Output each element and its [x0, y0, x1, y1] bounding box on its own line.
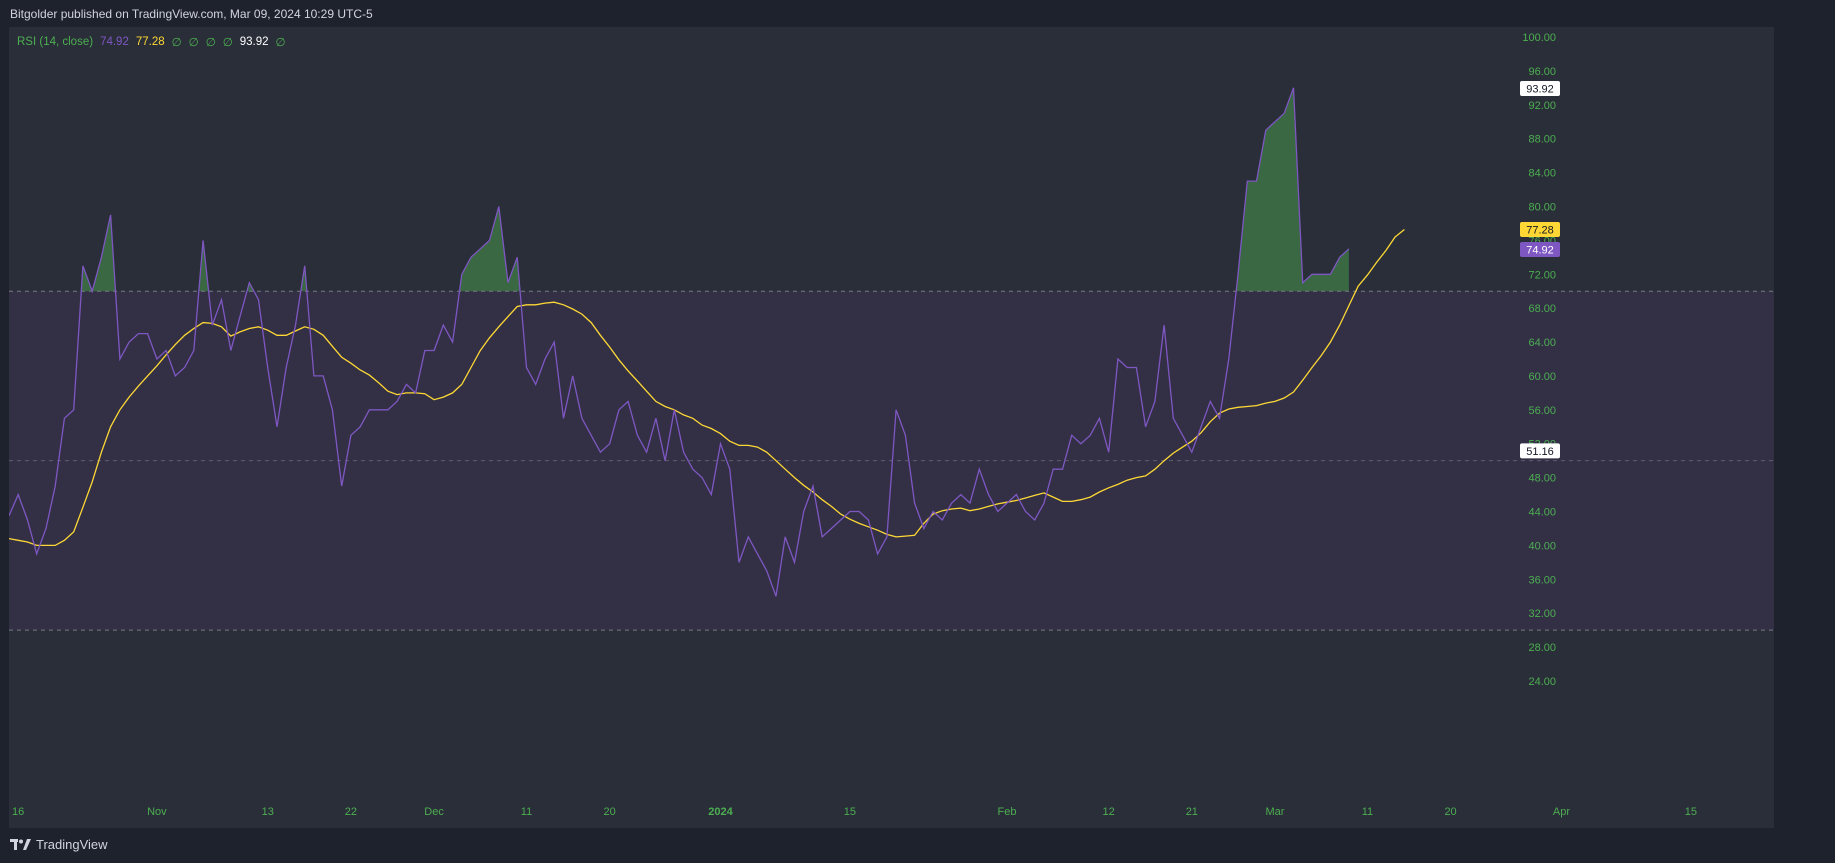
- x-tick-label: 15: [1685, 806, 1697, 818]
- legend-empty-value: ∅: [188, 37, 199, 49]
- y-tick-label: 80.00: [1528, 201, 1556, 213]
- y-tick-label: 28.00: [1528, 642, 1556, 654]
- x-tick-label: Dec: [424, 806, 444, 818]
- y-tick-label: 68.00: [1528, 303, 1556, 315]
- badge-middle: 51.16: [1520, 443, 1560, 459]
- y-tick-label: 84.00: [1528, 168, 1556, 180]
- badge-rsi: 74.92: [1520, 242, 1560, 258]
- tradingview-brand[interactable]: TradingView: [10, 837, 108, 852]
- rsi-chart-pane[interactable]: 100.00 96.00 92.00 88.00 84.00 80.00 76.00 72.0…: [9, 27, 1816, 828]
- x-tick-label: Mar: [1266, 806, 1285, 818]
- legend-ma-value: 77.28: [135, 36, 165, 48]
- y-tick-label: 60.00: [1528, 371, 1556, 383]
- y-tick-label: 48.00: [1528, 473, 1556, 485]
- y-tick-label: 96.00: [1528, 66, 1556, 78]
- y-tick-label: 64.00: [1528, 337, 1556, 349]
- x-tick-label: 13: [262, 806, 274, 818]
- x-tick-label: 22: [345, 806, 357, 818]
- x-tick-label: 16: [12, 806, 24, 818]
- badge-ma: 77.28: [1520, 222, 1560, 238]
- x-tick-label: 15: [844, 806, 856, 818]
- x-axis[interactable]: 16 Nov 13 22 Dec 11 20 2024 15 Feb 12 21 Mar 11 20 Apr 1…: [12, 806, 1697, 818]
- badge-middle-value: 51.16: [1526, 446, 1554, 458]
- legend-upper-value: 93.92: [239, 36, 269, 48]
- brand-label: TradingView: [36, 837, 108, 852]
- publish-header: Bitgolder published on TradingView.com, …: [10, 7, 373, 21]
- legend-title[interactable]: RSI (14, close): [17, 36, 93, 48]
- x-tick-label: 11: [521, 806, 532, 818]
- legend-rsi-value: 74.92: [100, 36, 129, 48]
- y-tick-label: 88.00: [1528, 134, 1556, 146]
- y-tick-label: 24.00: [1528, 676, 1556, 688]
- x-tick-label: Apr: [1553, 806, 1570, 818]
- legend-empty-value: ∅: [222, 37, 233, 49]
- x-tick-label: 20: [1444, 806, 1456, 818]
- badge-rsi-value: 74.92: [1526, 245, 1554, 257]
- y-tick-label: 36.00: [1528, 574, 1556, 586]
- x-tick-label: Feb: [998, 806, 1017, 818]
- x-tick-label: 11: [1362, 806, 1373, 818]
- y-tick-label: 56.00: [1528, 405, 1556, 417]
- x-tick-label: Nov: [147, 806, 167, 818]
- badge-upper: 93.92: [1520, 81, 1560, 97]
- badge-upper-value: 93.92: [1526, 84, 1554, 96]
- x-tick-label: 2024: [708, 806, 733, 818]
- badge-ma-value: 77.28: [1526, 225, 1554, 237]
- legend-empty-value: ∅: [205, 37, 216, 49]
- x-tick-label: 12: [1103, 806, 1115, 818]
- y-tick-label: 92.00: [1528, 100, 1556, 112]
- x-tick-label: 21: [1186, 806, 1198, 818]
- tradingview-logo-icon: [10, 838, 31, 850]
- y-tick-label: 32.00: [1528, 608, 1556, 620]
- rsi-chart[interactable]: 100.0096.0092.0088.0084.0080.0076.0072.0…: [9, 27, 1816, 828]
- y-tick-label: 72.00: [1528, 269, 1556, 281]
- y-tick-label: 100.00: [1522, 32, 1556, 44]
- legend-empty-value: ∅: [275, 37, 286, 49]
- x-tick-label: 20: [604, 806, 616, 818]
- y-tick-label: 40.00: [1528, 540, 1556, 552]
- indicator-legend[interactable]: RSI (14, close) 74.92 77.28 ∅ ∅ ∅ ∅ 93.9…: [17, 35, 286, 49]
- legend-empty-value: ∅: [171, 37, 182, 49]
- y-tick-label: 44.00: [1528, 507, 1556, 519]
